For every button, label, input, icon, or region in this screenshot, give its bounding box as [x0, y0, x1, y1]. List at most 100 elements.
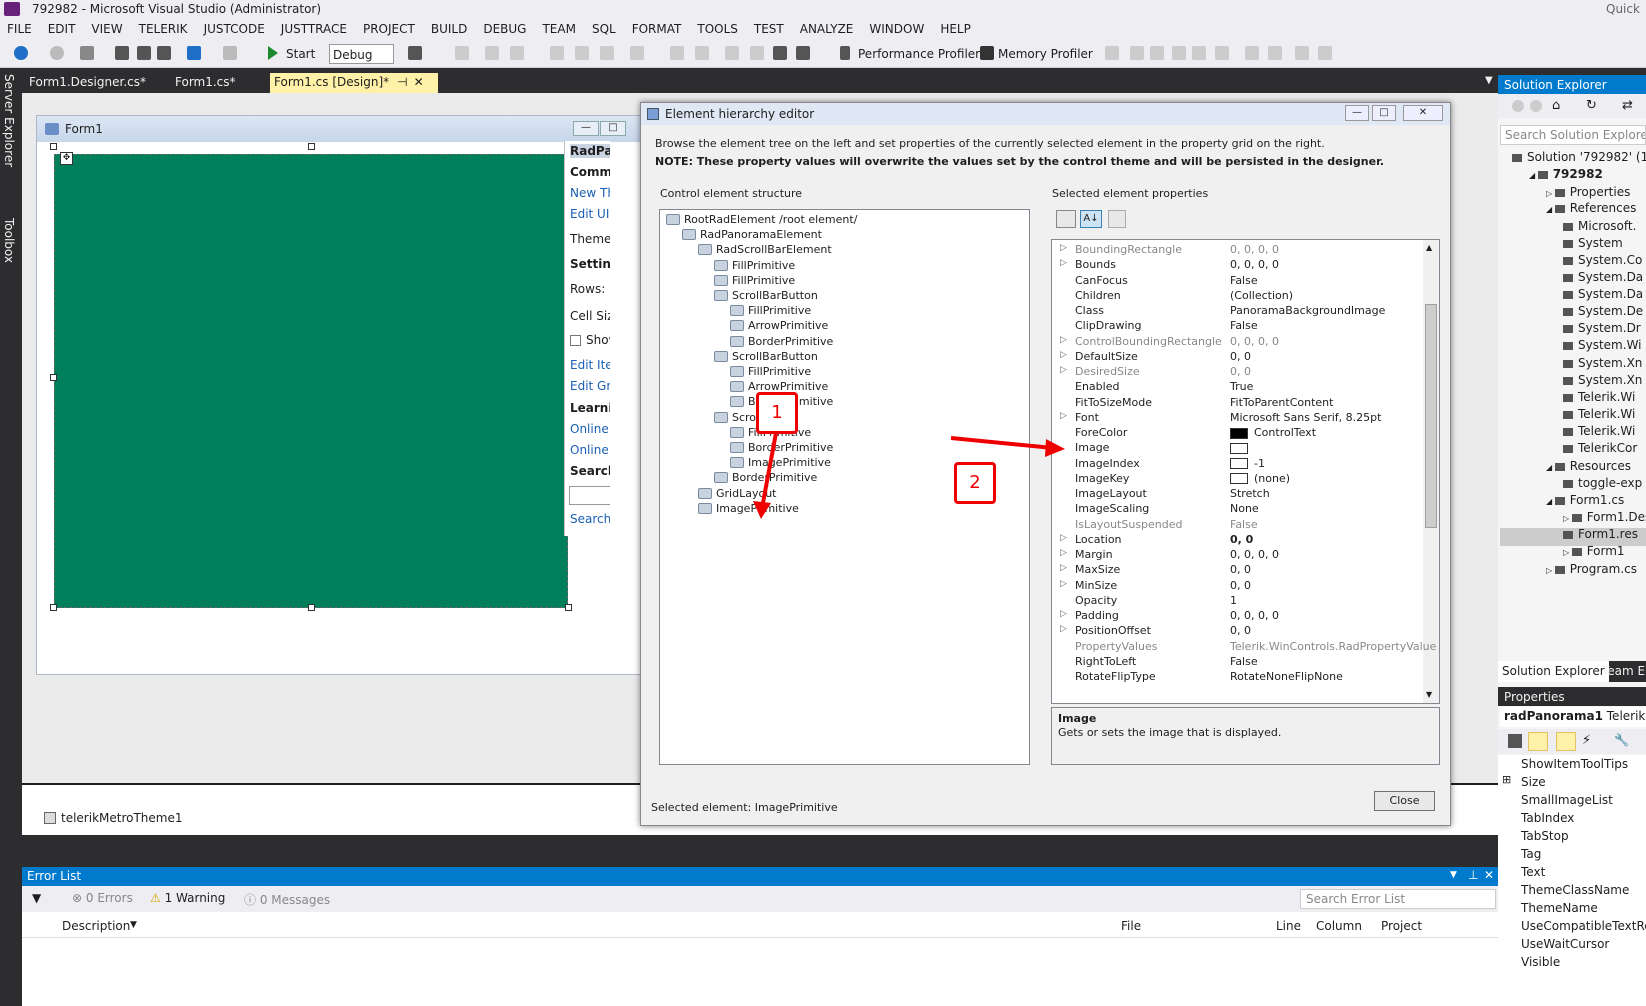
- tool-c-icon[interactable]: [1150, 46, 1164, 60]
- start-icon[interactable]: [268, 46, 278, 60]
- solution-item[interactable]: TelerikCor: [1563, 441, 1637, 455]
- save-all-icon[interactable]: [157, 46, 171, 60]
- tab-solution-explorer[interactable]: Solution Explorer: [1498, 661, 1609, 682]
- smart-tag-edit-items[interactable]: Edit Item: [570, 358, 610, 372]
- properties-row[interactable]: Visible: [1521, 955, 1560, 969]
- new-project-icon[interactable]: [80, 46, 94, 60]
- redo-icon[interactable]: [223, 46, 237, 60]
- solution-item[interactable]: Telerik.Wi: [1563, 424, 1635, 438]
- solution-search-input[interactable]: Search Solution Explorer (C: [1500, 125, 1646, 145]
- col-description[interactable]: Description: [62, 919, 130, 933]
- expand-icon[interactable]: ▷: [1546, 189, 1555, 198]
- properties-row[interactable]: UseWaitCursor: [1521, 937, 1609, 951]
- solution-item[interactable]: toggle-exp: [1563, 476, 1642, 490]
- solution-item[interactable]: System: [1563, 236, 1623, 250]
- rad-panorama-control[interactable]: ✥: [54, 152, 568, 608]
- size-both-icon[interactable]: [695, 46, 709, 60]
- tool-j-icon[interactable]: [1318, 46, 1332, 60]
- error-search-input[interactable]: Search Error List: [1300, 889, 1496, 909]
- properties-row[interactable]: TabIndex: [1521, 811, 1574, 825]
- se-forward-icon[interactable]: [1530, 100, 1542, 112]
- smart-tag-edit-ui[interactable]: Edit UI E: [570, 207, 610, 221]
- resize-handle[interactable]: [50, 604, 57, 611]
- properties-object[interactable]: radPanorama1 Telerik.W: [1500, 707, 1646, 727]
- tab-overflow-icon[interactable]: ▼: [1485, 75, 1493, 86]
- solution-item[interactable]: ▷ Form1.Des: [1563, 510, 1646, 524]
- menu-format[interactable]: FORMAT: [625, 19, 691, 40]
- expand-icon[interactable]: ◢: [1529, 171, 1538, 180]
- menu-project[interactable]: PROJECT: [356, 19, 424, 40]
- solution-item[interactable]: Solution '792982' (1 p: [1512, 150, 1646, 164]
- align-center-icon[interactable]: [485, 46, 499, 60]
- checkbox-icon[interactable]: [570, 335, 581, 346]
- solution-item[interactable]: System.Da: [1563, 270, 1643, 284]
- solution-item[interactable]: ▷ Program.cs: [1546, 562, 1637, 576]
- col-file[interactable]: File: [1121, 919, 1141, 933]
- close-tab-icon[interactable]: ✕: [414, 75, 424, 89]
- events-icon[interactable]: ⚡: [1582, 733, 1591, 748]
- resize-handle[interactable]: [50, 143, 57, 150]
- solution-item[interactable]: System.Wi: [1563, 338, 1642, 352]
- properties-row[interactable]: SmallImageList: [1521, 793, 1613, 807]
- menu-build[interactable]: BUILD: [424, 19, 476, 40]
- se-back-icon[interactable]: [1512, 100, 1524, 112]
- solution-item[interactable]: ▷ Form1: [1563, 544, 1625, 558]
- size-expand-icon[interactable]: ⊞: [1502, 773, 1511, 786]
- tool-f-icon[interactable]: [1215, 46, 1229, 60]
- size-height-icon[interactable]: [670, 46, 684, 60]
- maximize-icon[interactable]: □: [600, 121, 626, 136]
- properties-row[interactable]: TabStop: [1521, 829, 1569, 843]
- align-right-icon[interactable]: [510, 46, 524, 60]
- col-column[interactable]: Column: [1316, 919, 1362, 933]
- performance-profiler-button[interactable]: Performance Profiler: [858, 44, 980, 64]
- home-icon[interactable]: ⌂: [1552, 98, 1560, 113]
- solution-item[interactable]: Microsoft.: [1563, 219, 1636, 233]
- solution-item[interactable]: Telerik.Wi: [1563, 390, 1635, 404]
- prop-alphabetical-icon[interactable]: [1528, 732, 1548, 751]
- refresh-icon[interactable]: ⇄: [1622, 98, 1633, 113]
- solution-item[interactable]: Telerik.Wi: [1563, 407, 1635, 421]
- smart-tag-online-1[interactable]: Online: [570, 422, 609, 436]
- resize-handle[interactable]: [308, 143, 315, 150]
- properties-row[interactable]: Size: [1521, 775, 1546, 789]
- send-back-icon[interactable]: [796, 46, 810, 60]
- tool-i-icon[interactable]: [1295, 46, 1309, 60]
- col-line[interactable]: Line: [1276, 919, 1301, 933]
- solution-item[interactable]: System.Xn: [1563, 356, 1642, 370]
- spacing-v-icon[interactable]: [750, 46, 764, 60]
- menu-edit[interactable]: EDIT: [41, 19, 85, 40]
- tab-form1-cs[interactable]: Form1.cs*: [171, 73, 241, 93]
- properties-row[interactable]: Text: [1521, 865, 1545, 879]
- resize-handle[interactable]: [308, 604, 315, 611]
- align-icon[interactable]: [455, 46, 469, 60]
- tool-h-icon[interactable]: [1268, 46, 1282, 60]
- expand-icon[interactable]: ▷: [1546, 566, 1555, 575]
- menu-window[interactable]: WINDOW: [862, 19, 933, 40]
- minimize-icon[interactable]: —: [573, 121, 599, 136]
- error-list-menu-icon[interactable]: ▼: [1450, 870, 1457, 880]
- solution-item[interactable]: System.Da: [1563, 287, 1643, 301]
- resize-handle[interactable]: [565, 604, 572, 611]
- prop-categorized-icon[interactable]: [1508, 734, 1522, 748]
- menu-justcode[interactable]: JUSTCODE: [197, 19, 274, 40]
- solution-item[interactable]: System.Xn: [1563, 373, 1642, 387]
- menu-team[interactable]: TEAM: [535, 19, 584, 40]
- menu-analyze[interactable]: ANALYZE: [793, 19, 863, 40]
- move-handle-icon[interactable]: ✥: [60, 152, 73, 165]
- messages-filter[interactable]: ⓘ 0 Messages: [244, 891, 330, 908]
- sync-icon[interactable]: ↻: [1586, 98, 1597, 113]
- open-icon[interactable]: [115, 46, 129, 60]
- tool-e-icon[interactable]: [1192, 46, 1206, 60]
- tab-form1-designer-cs[interactable]: Form1.Designer.cs*: [25, 73, 151, 93]
- solution-item[interactable]: System.De: [1563, 304, 1643, 318]
- save-icon[interactable]: [137, 46, 151, 60]
- tool-d-icon[interactable]: [1172, 46, 1186, 60]
- tab-form1-design[interactable]: Form1.cs [Design]* ⊣ ✕: [270, 73, 438, 93]
- errors-filter[interactable]: ⊗ 0 Errors: [72, 891, 133, 905]
- smart-tag-search-link[interactable]: Search: [570, 512, 610, 526]
- properties-row[interactable]: Tag: [1521, 847, 1541, 861]
- expand-icon[interactable]: ◢: [1546, 205, 1555, 214]
- solution-item[interactable]: ▷ Properties: [1546, 185, 1630, 199]
- start-button[interactable]: Start: [286, 44, 315, 64]
- filter-icon[interactable]: ▼: [32, 891, 41, 905]
